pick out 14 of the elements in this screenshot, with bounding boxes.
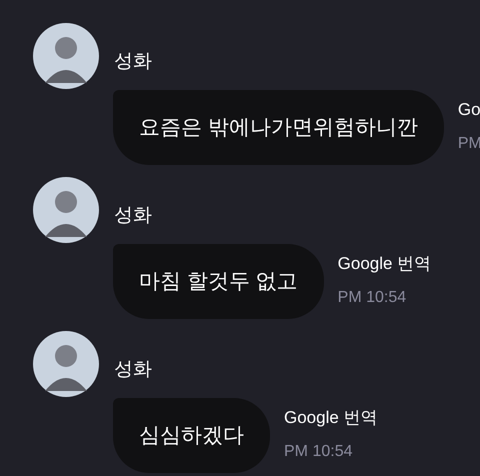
translate-link[interactable]: Go — [458, 100, 480, 120]
timestamp: PM 10:54 — [284, 442, 354, 462]
translate-link[interactable]: Google 번역 — [284, 408, 378, 428]
avatar — [33, 177, 99, 243]
avatar — [33, 23, 99, 89]
message-bubble: 마침 할것두 없고 — [113, 244, 324, 319]
timestamp: PM 10:54 — [338, 288, 408, 308]
message-bubble: 심심하겠다 — [113, 398, 270, 473]
sender-name: 성화 — [114, 50, 152, 74]
sender-name: 성화 — [114, 358, 152, 382]
sender-name: 성화 — [114, 204, 152, 228]
avatar — [33, 331, 99, 397]
message-bubble: 요즘은 밖에나가면위험하니깐 — [113, 90, 444, 165]
translate-link[interactable]: Google 번역 — [338, 254, 432, 274]
